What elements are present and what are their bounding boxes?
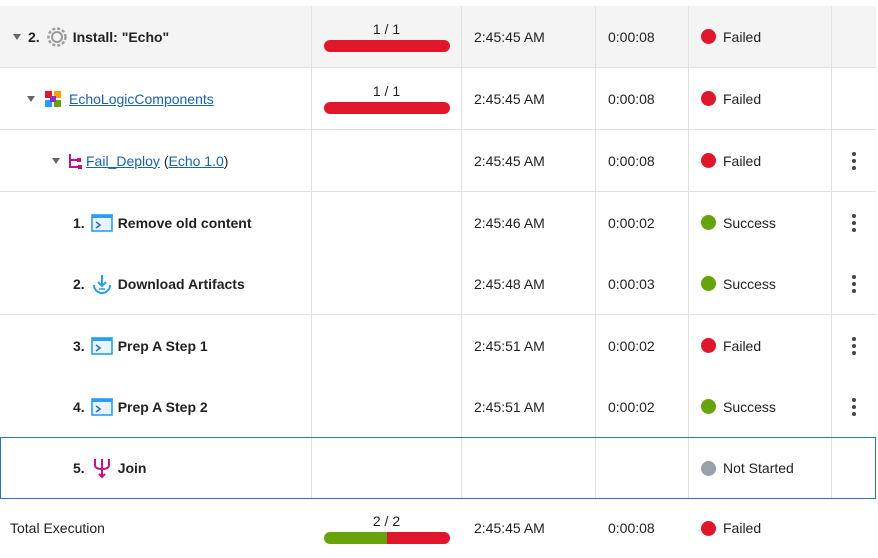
status-cell: Not Started — [689, 438, 831, 498]
shell-icon — [90, 335, 113, 357]
duration: 0:00:08 — [608, 28, 655, 45]
expand-caret-icon[interactable] — [52, 157, 60, 164]
duration: 0:00:02 — [608, 337, 655, 354]
progress-bar — [323, 102, 450, 114]
start-time: 2:45:48 AM — [474, 275, 545, 292]
step-number: 2. — [28, 28, 40, 45]
step-label: Download Artifacts — [117, 275, 245, 292]
more-actions-icon[interactable] — [852, 274, 856, 293]
status-label: Failed — [723, 90, 762, 107]
status-label: Failed — [723, 28, 762, 45]
step-number: 5. — [73, 460, 85, 476]
start-time: 2:45:45 AM — [474, 152, 545, 169]
status-label: Success — [723, 275, 776, 292]
success-status-icon — [701, 399, 716, 414]
status-label: Failed — [723, 520, 762, 536]
table-row: 2. Download Artifacts 2:45:48 AM 0:00:03… — [0, 253, 876, 315]
status-label: Success — [723, 398, 776, 415]
progress-indicator: 2 / 2 — [323, 512, 450, 544]
table-row: EchoLogicComponents 1 / 1 2:45:45 AM 0:0… — [0, 68, 876, 130]
shell-icon — [90, 212, 113, 234]
status-cell: Failed — [689, 6, 831, 67]
duration: 0:00:08 — [608, 152, 655, 169]
duration: 0:00:02 — [608, 214, 655, 231]
expand-caret-icon[interactable] — [13, 33, 21, 40]
not-started-status-icon — [701, 460, 716, 476]
status-label: Not Started — [723, 460, 794, 476]
success-status-icon — [701, 276, 716, 291]
failed-status-icon — [701, 153, 716, 168]
duration: 0:00:08 — [608, 520, 655, 536]
execution-table: 2. Install: "Echo" 1 / 1 2:45:45 AM 0:00… — [0, 0, 878, 558]
status-cell: Success — [689, 376, 831, 437]
download-icon — [91, 273, 113, 295]
start-time: 2:45:51 AM — [474, 337, 545, 354]
table-row: 1. Remove old content 2:45:46 AM 0:00:02… — [0, 192, 876, 254]
failed-status-icon — [701, 29, 716, 44]
progress-label: 1 / 1 — [372, 83, 401, 99]
failed-status-icon — [701, 520, 716, 536]
status-cell: Failed — [689, 315, 831, 376]
start-time: 2:45:45 AM — [474, 28, 545, 45]
status-cell: Success — [689, 192, 831, 253]
component-link[interactable]: EchoLogicComponents — [69, 91, 214, 107]
status-cell: Failed — [689, 68, 831, 129]
step-number: 1. — [73, 214, 85, 231]
expand-caret-icon[interactable] — [27, 95, 35, 102]
table-row: 2. Install: "Echo" 1 / 1 2:45:45 AM 0:00… — [0, 6, 876, 68]
step-number: 3. — [73, 337, 85, 354]
duration: 0:00:03 — [608, 275, 655, 292]
status-cell: Failed — [689, 499, 831, 557]
total-row: Total Execution 2 / 2 2:45:45 AM 0:00:08… — [0, 499, 876, 557]
failed-status-icon — [701, 338, 716, 353]
step-label: Install: "Echo" — [72, 28, 170, 45]
status-label: Success — [723, 214, 776, 231]
shell-icon — [90, 396, 113, 418]
total-label: Total Execution — [10, 520, 105, 536]
success-status-icon — [701, 215, 716, 230]
status-label: Failed — [723, 337, 762, 354]
duration: 0:00:02 — [608, 398, 655, 415]
process-link[interactable]: Fail_Deploy — [86, 153, 160, 169]
progress-indicator: 1 / 1 — [323, 21, 450, 52]
version-link[interactable]: Echo 1.0 — [169, 153, 224, 169]
step-label: Prep A Step 1 — [117, 337, 208, 354]
step-number: 2. — [73, 275, 85, 292]
process-icon — [67, 150, 83, 172]
step-label: Prep A Step 2 — [117, 398, 208, 415]
start-time: 2:45:45 AM — [474, 520, 545, 536]
start-time: 2:45:45 AM — [474, 90, 545, 107]
step-label: Join — [117, 460, 147, 476]
table-row[interactable]: 5. Join Not Started — [0, 437, 876, 499]
progress-bar — [323, 40, 450, 52]
more-actions-icon[interactable] — [852, 397, 856, 416]
gear-icon — [46, 26, 68, 48]
failed-status-icon — [701, 91, 716, 106]
progress-indicator: 1 / 1 — [323, 83, 450, 114]
status-label: Failed — [723, 152, 762, 169]
status-cell: Failed — [689, 130, 831, 191]
table-row: Fail_Deploy (Echo 1.0) 2:45:45 AM 0:00:0… — [0, 130, 876, 192]
progress-label: 1 / 1 — [372, 21, 401, 37]
progress-label: 2 / 2 — [372, 512, 401, 529]
start-time: 2:45:46 AM — [474, 214, 545, 231]
table-row: 4. Prep A Step 2 2:45:51 AM 0:00:02 Succ… — [0, 376, 876, 438]
progress-bar — [323, 531, 450, 544]
components-icon — [42, 88, 64, 110]
status-cell: Success — [689, 253, 831, 314]
duration: 0:00:08 — [608, 90, 655, 107]
start-time: 2:45:51 AM — [474, 398, 545, 415]
step-label: Remove old content — [117, 214, 252, 231]
more-actions-icon[interactable] — [852, 213, 856, 232]
more-actions-icon[interactable] — [852, 336, 856, 355]
more-actions-icon[interactable] — [852, 151, 856, 170]
table-row: 3. Prep A Step 1 2:45:51 AM 0:00:02 Fail… — [0, 315, 876, 377]
step-number: 4. — [73, 398, 85, 415]
join-icon — [91, 457, 113, 479]
